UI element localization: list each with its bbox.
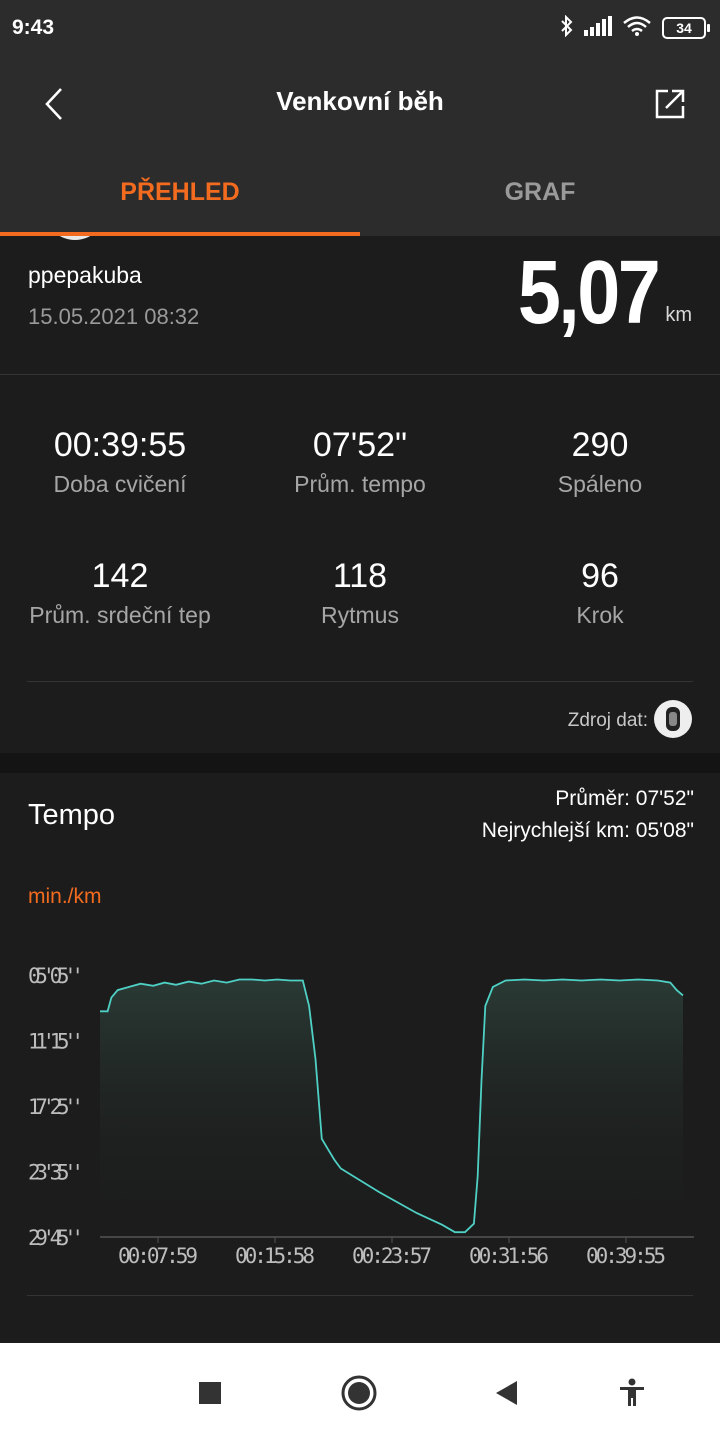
tab-bar: PŘEHLED GRAF: [0, 160, 720, 236]
tempo-unit: min./km: [28, 885, 102, 908]
y-tick-label: 17'25'': [28, 1095, 84, 1119]
system-nav-bar: [0, 1343, 720, 1440]
stat-value: 290: [571, 426, 629, 464]
stat-duration: 00:39:55 Doba cvičení: [0, 426, 240, 498]
status-bar: 9:43 34: [0, 0, 720, 56]
accessibility-button[interactable]: [612, 1373, 652, 1413]
distance-unit: km: [665, 304, 692, 326]
tempo-average: Průměr: 07'52": [555, 787, 694, 810]
app-bar: Venkovní běh PŘEHLED GRAF: [0, 56, 720, 236]
stat-value: 00:39:55: [53, 426, 187, 464]
x-tick-label: 00:31:56: [469, 1244, 549, 1268]
data-source-label: Zdroj dat:: [567, 710, 648, 731]
workout-datetime: 15.05.2021 08:32: [28, 304, 200, 329]
square-icon: [199, 1382, 221, 1404]
bluetooth-icon: [560, 14, 574, 42]
accessibility-icon: [620, 1378, 644, 1406]
stat-label: Rytmus: [321, 602, 399, 628]
y-tick-label: 29'45'': [28, 1226, 84, 1250]
page-title: Venkovní běh: [276, 86, 444, 116]
summary-card: ppepakuba 15.05.2021 08:32 5,07 km 00:39…: [0, 236, 720, 753]
tab-overview[interactable]: PŘEHLED: [0, 160, 360, 236]
battery-icon: 34: [662, 17, 710, 39]
battery-level: 34: [676, 20, 692, 36]
back-nav-button[interactable]: [486, 1373, 526, 1413]
divider: [27, 681, 693, 682]
share-button[interactable]: [646, 80, 694, 128]
avatar[interactable]: [44, 236, 106, 240]
y-tick-label: 23'35'': [28, 1161, 84, 1185]
stat-value: 96: [581, 557, 619, 595]
x-tick-label: 00:07:59: [118, 1244, 198, 1268]
stat-value: 142: [91, 557, 149, 595]
status-icons: 34: [560, 14, 710, 42]
tab-graph[interactable]: GRAF: [360, 160, 720, 236]
stat-avg-heart-rate: 142 Prům. srdeční tep: [0, 557, 240, 629]
wifi-icon: [622, 15, 652, 42]
share-icon: [655, 89, 685, 119]
watch-icon[interactable]: [654, 700, 692, 738]
distance-value: 5,07: [517, 243, 661, 343]
stat-cadence: 118 Rytmus: [240, 557, 480, 629]
stat-avg-pace: 07'52" Prům. tempo: [240, 426, 480, 498]
tempo-title: Tempo: [28, 799, 116, 831]
stat-value: 07'52": [312, 426, 408, 464]
divider: [0, 374, 720, 375]
stat-value: 118: [332, 557, 388, 595]
stat-calories: 290 Spáleno: [480, 426, 720, 498]
recents-button[interactable]: [190, 1373, 230, 1413]
stat-label: Krok: [576, 602, 624, 628]
home-button[interactable]: [339, 1373, 379, 1413]
stat-stride: 96 Krok: [480, 557, 720, 629]
x-tick-label: 00:23:57: [352, 1244, 432, 1268]
divider: [27, 1295, 693, 1296]
stat-label: Spáleno: [557, 471, 643, 497]
signal-icon: [584, 15, 612, 41]
stat-label: Doba cvičení: [53, 471, 187, 497]
y-tick-label: 11'15'': [28, 1030, 84, 1054]
stat-label: Prům. tempo: [294, 471, 426, 497]
tempo-chart[interactable]: 05'05'' 11'15'' 17'25'' 23'35'' 29'45'' 00:0…: [0, 943, 720, 1283]
x-tick-label: 00:15:58: [235, 1244, 315, 1268]
tempo-fastest-km: Nejrychlejší km: 05'08": [481, 819, 694, 842]
tempo-card: Tempo Průměr: 07'52" Nejrychlejší km: 05…: [0, 773, 720, 1343]
y-tick-label: 05'05'': [28, 964, 84, 988]
home-circle-icon: [341, 1375, 377, 1411]
x-tick-label: 00:39:55: [586, 1244, 666, 1268]
back-triangle-icon: [496, 1381, 517, 1405]
status-time: 9:43: [12, 16, 55, 39]
username: ppepakuba: [28, 262, 142, 288]
stat-label: Prům. srdeční tep: [29, 602, 211, 628]
